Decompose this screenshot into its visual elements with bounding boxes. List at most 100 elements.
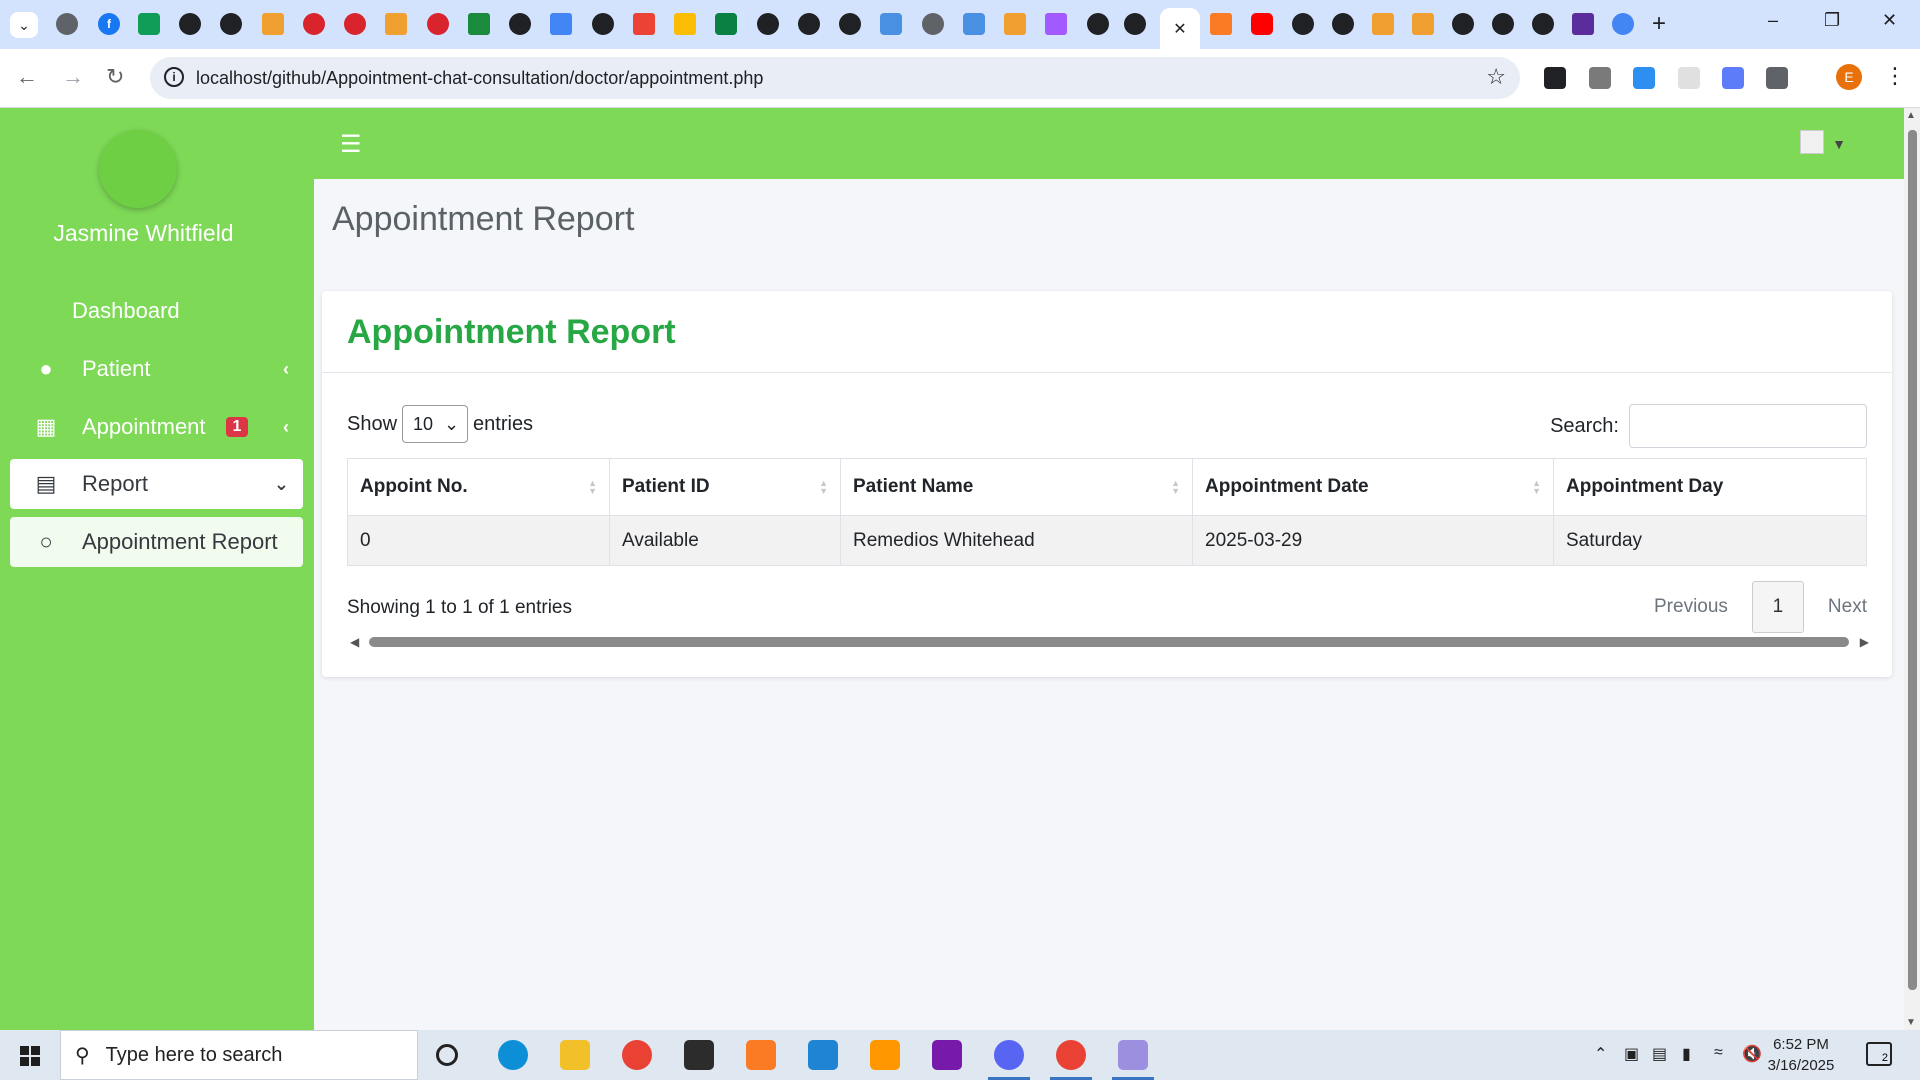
tab-favicon-icon[interactable]: [963, 13, 985, 35]
tab-favicon-icon[interactable]: [1572, 13, 1594, 35]
tab-favicon-icon[interactable]: [922, 13, 944, 35]
scroll-right-icon[interactable]: ▶: [1860, 635, 1869, 649]
restore-icon[interactable]: ❐: [1824, 10, 1840, 31]
scroll-left-icon[interactable]: ◀: [350, 635, 359, 649]
vscode-app-icon[interactable]: [808, 1040, 838, 1070]
page-1-button[interactable]: 1: [1751, 581, 1804, 633]
git-app-icon[interactable]: [1112, 1040, 1154, 1080]
tab-favicon-icon[interactable]: [179, 13, 201, 35]
reload-icon[interactable]: ↻: [106, 64, 124, 90]
sublime-app-icon[interactable]: [870, 1040, 900, 1070]
pma-tab-icon[interactable]: [1004, 13, 1026, 35]
vertical-scrollbar[interactable]: ▲ ▼: [1904, 108, 1920, 1030]
eyedropper-extension-icon[interactable]: [1544, 67, 1566, 89]
address-bar[interactable]: i localhost/github/Appointment-chat-cons…: [150, 57, 1520, 99]
user-menu-avatar[interactable]: [1800, 130, 1824, 154]
github-tab-icon[interactable]: [1292, 13, 1314, 35]
chrome-app-icon[interactable]: [622, 1040, 652, 1070]
wifi-icon[interactable]: ≈: [1714, 1044, 1723, 1062]
openai-tab-icon[interactable]: [757, 13, 779, 35]
gmail-tab-icon[interactable]: [633, 13, 655, 35]
pma-tab-icon[interactable]: [1412, 13, 1434, 35]
column-header[interactable]: Appoint No. ▲ ▼: [347, 458, 610, 516]
active-tab-close-icon[interactable]: ✕: [1160, 8, 1200, 49]
huawei-tab-icon[interactable]: [344, 13, 366, 35]
tab-favicon-icon[interactable]: [592, 13, 614, 35]
figma-tab-icon[interactable]: [1045, 13, 1067, 35]
notification-center-icon[interactable]: 2: [1866, 1042, 1892, 1066]
xampp-app-icon[interactable]: [746, 1040, 776, 1070]
column-header[interactable]: Appointment Day: [1553, 458, 1867, 516]
tab-favicon-icon[interactable]: [56, 13, 78, 35]
aa-tab-icon[interactable]: [468, 13, 490, 35]
extension-icon[interactable]: [1678, 67, 1700, 89]
browser-menu-icon[interactable]: ⋮: [1884, 63, 1906, 89]
huawei-tab-icon[interactable]: [427, 13, 449, 35]
fontawesome-extension-icon[interactable]: [1633, 67, 1655, 89]
sidebar-item-report[interactable]: ▤ Report ⌄: [10, 459, 303, 509]
tab-favicon-icon[interactable]: [1492, 13, 1514, 35]
column-header[interactable]: Appointment Date ▲ ▼: [1192, 458, 1554, 516]
sticky-notes-app-icon[interactable]: [684, 1040, 714, 1070]
horizontal-scrollbar[interactable]: ◀ ▶: [347, 635, 1872, 649]
drive-tab-icon[interactable]: [674, 13, 696, 35]
sidebar-item-patient[interactable]: ● Patient ‹: [10, 344, 303, 394]
meet-tab-icon[interactable]: [138, 13, 160, 35]
tab-favicon-icon[interactable]: [1452, 13, 1474, 35]
tab-search-icon[interactable]: ⌄: [10, 12, 38, 38]
bookmark-star-icon[interactable]: ☆: [1486, 64, 1506, 90]
new-tab-icon[interactable]: +: [1652, 10, 1666, 38]
profile-avatar[interactable]: E: [1836, 64, 1862, 90]
docs-tab-icon[interactable]: [550, 13, 572, 35]
forward-icon[interactable]: →: [62, 64, 84, 90]
pma-tab-icon[interactable]: [385, 13, 407, 35]
column-header[interactable]: Patient Name ▲ ▼: [840, 458, 1193, 516]
huawei-tab-icon[interactable]: [303, 13, 325, 35]
pma-tab-icon[interactable]: [1372, 13, 1394, 35]
site-info-icon[interactable]: i: [164, 67, 184, 87]
windows-start-icon[interactable]: [20, 1046, 40, 1066]
meet-now-icon[interactable]: ▣: [1624, 1044, 1639, 1064]
user-name[interactable]: Jasmine Whitfield: [0, 220, 287, 247]
menu-toggle-icon[interactable]: ☰: [340, 130, 362, 159]
taskbar-search-input[interactable]: ⚲ Type here to search: [60, 1030, 418, 1080]
scrollbar-thumb[interactable]: [369, 637, 1849, 647]
tab-favicon-icon[interactable]: [1124, 13, 1146, 35]
chrome-profile-app-icon[interactable]: [1050, 1040, 1092, 1080]
column-header[interactable]: Patient ID ▲ ▼: [609, 458, 841, 516]
minimize-icon[interactable]: –: [1768, 10, 1778, 31]
sidebar-item-appointment[interactable]: ▦ Appointment 1 ‹: [10, 402, 303, 452]
github-tab-icon[interactable]: [1532, 13, 1554, 35]
sidebar-item-appointment-report[interactable]: ○ Appointment Report: [10, 517, 303, 567]
openai-tab-icon[interactable]: [839, 13, 861, 35]
scroll-down-icon[interactable]: ▼: [1906, 1017, 1916, 1028]
url-text[interactable]: localhost/github/Appointment-chat-consul…: [196, 68, 763, 89]
tab-favicon-icon[interactable]: [715, 13, 737, 35]
scrollbar-thumb[interactable]: [1908, 130, 1917, 990]
discord-app-icon[interactable]: [988, 1040, 1030, 1080]
tray-overflow-icon[interactable]: ⌃: [1594, 1044, 1607, 1064]
puzzle-extensions-icon[interactable]: [1766, 67, 1788, 89]
github-tab-icon[interactable]: [1087, 13, 1109, 35]
scroll-up-icon[interactable]: ▲: [1906, 110, 1916, 121]
pma-tab-icon[interactable]: [262, 13, 284, 35]
edge-app-icon[interactable]: [498, 1040, 528, 1070]
battery-icon[interactable]: ▮: [1682, 1044, 1691, 1064]
file-explorer-app-icon[interactable]: [560, 1040, 590, 1070]
xampp-tab-icon[interactable]: [1210, 13, 1232, 35]
sidebar-item-dashboard[interactable]: Dashboard: [10, 286, 303, 336]
youtube-tab-icon[interactable]: [1251, 13, 1273, 35]
display-icon[interactable]: ▤: [1652, 1044, 1667, 1064]
vue-extension-icon[interactable]: [1589, 67, 1611, 89]
tab-favicon-icon[interactable]: [1332, 13, 1354, 35]
media-extension-icon[interactable]: [1722, 67, 1744, 89]
google-tab-icon[interactable]: [1612, 13, 1634, 35]
user-avatar[interactable]: [99, 130, 177, 208]
tab-favicon-icon[interactable]: [220, 13, 242, 35]
tab-favicon-icon[interactable]: [880, 13, 902, 35]
next-page-button[interactable]: Next: [1804, 596, 1867, 618]
taskbar-clock[interactable]: 6:52 PM 3/16/2025: [1756, 1034, 1846, 1076]
caret-down-icon[interactable]: ▼: [1832, 136, 1846, 152]
tab-favicon-icon[interactable]: [509, 13, 531, 35]
previous-page-button[interactable]: Previous: [1630, 596, 1752, 618]
